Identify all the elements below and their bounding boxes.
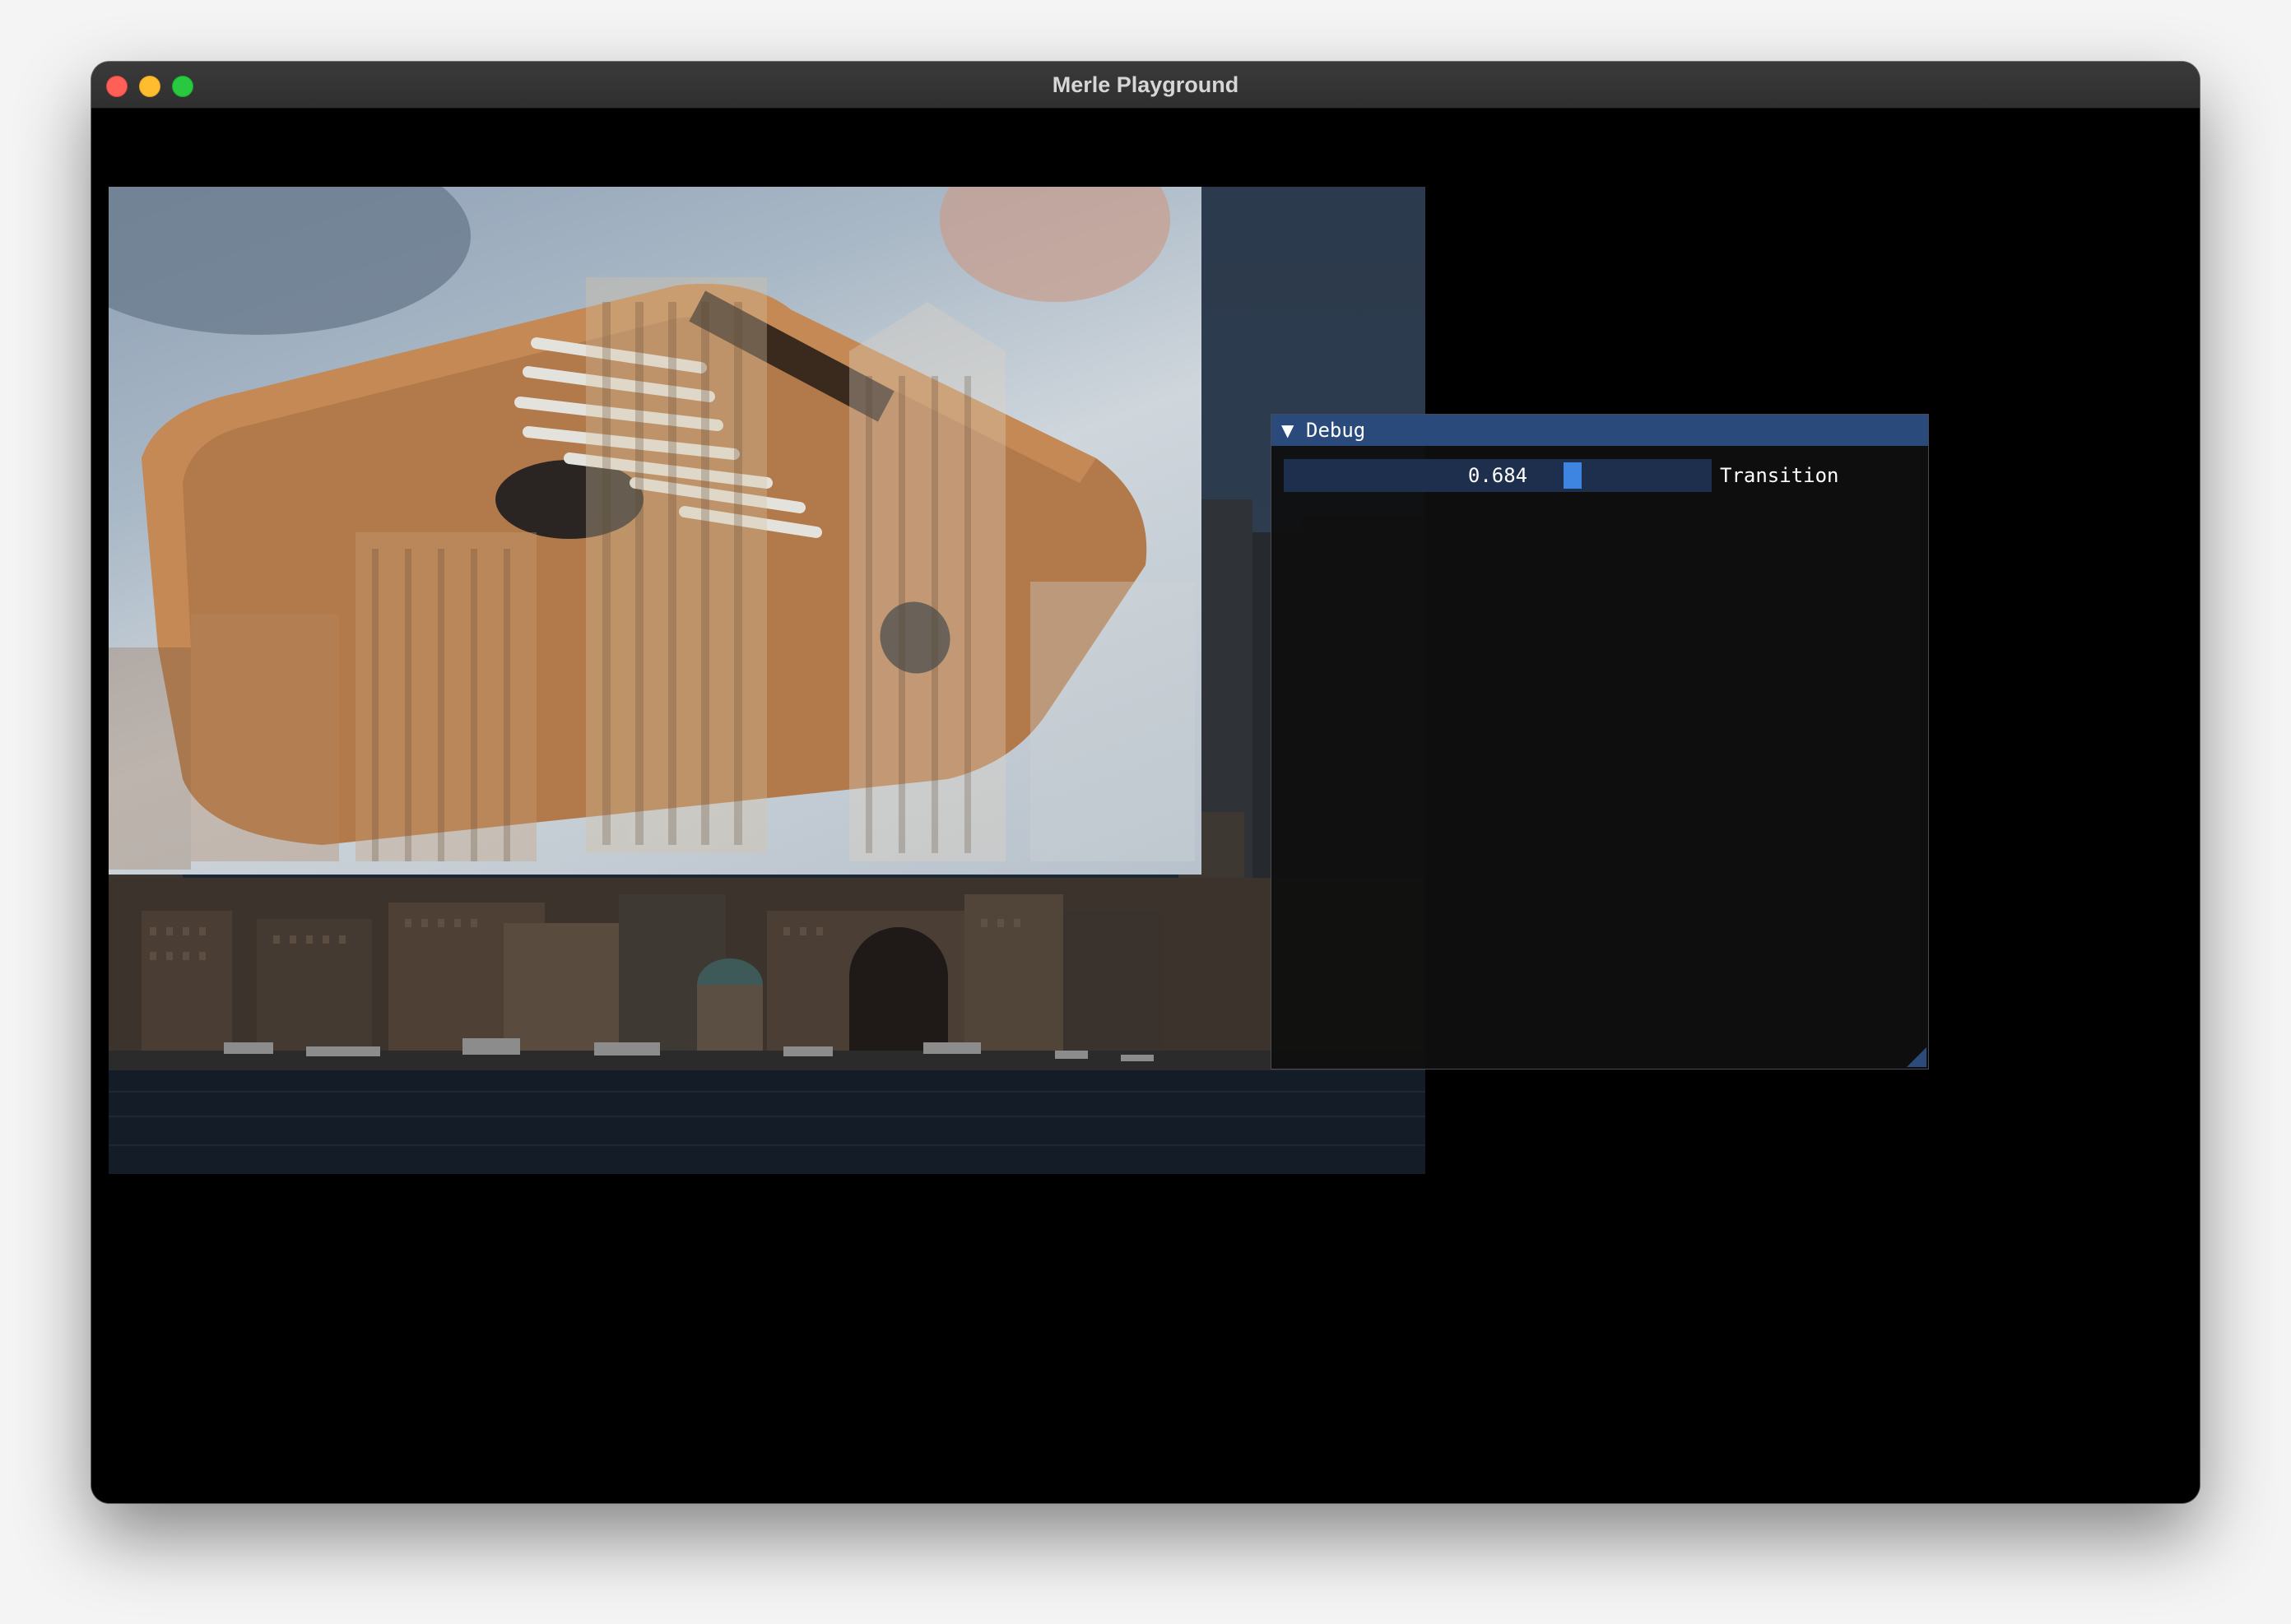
transition-slider-value: 0.684 [1467,464,1528,487]
render-viewport[interactable]: ▼ Debug 0.684 Transition [91,109,2200,1503]
debug-panel[interactable]: ▼ Debug 0.684 Transition [1271,414,1929,1070]
transition-slider[interactable]: 0.684 [1284,459,1712,492]
kalimba-drawing [109,187,1195,870]
resize-grip[interactable] [1907,1047,1926,1067]
kalimba-image [109,187,1201,875]
debug-panel-title-bar[interactable]: ▼ Debug [1271,415,1928,446]
transition-slider-label: Transition [1720,464,1839,487]
debug-panel-title: Debug [1306,419,1366,442]
title-bar[interactable]: Merle Playground [91,62,2200,109]
triangle-down-icon[interactable]: ▼ [1281,421,1299,439]
window-title: Merle Playground [1052,72,1239,97]
app-window: Merle Playground ▼ Debug 0.684 Transitio… [91,62,2200,1503]
